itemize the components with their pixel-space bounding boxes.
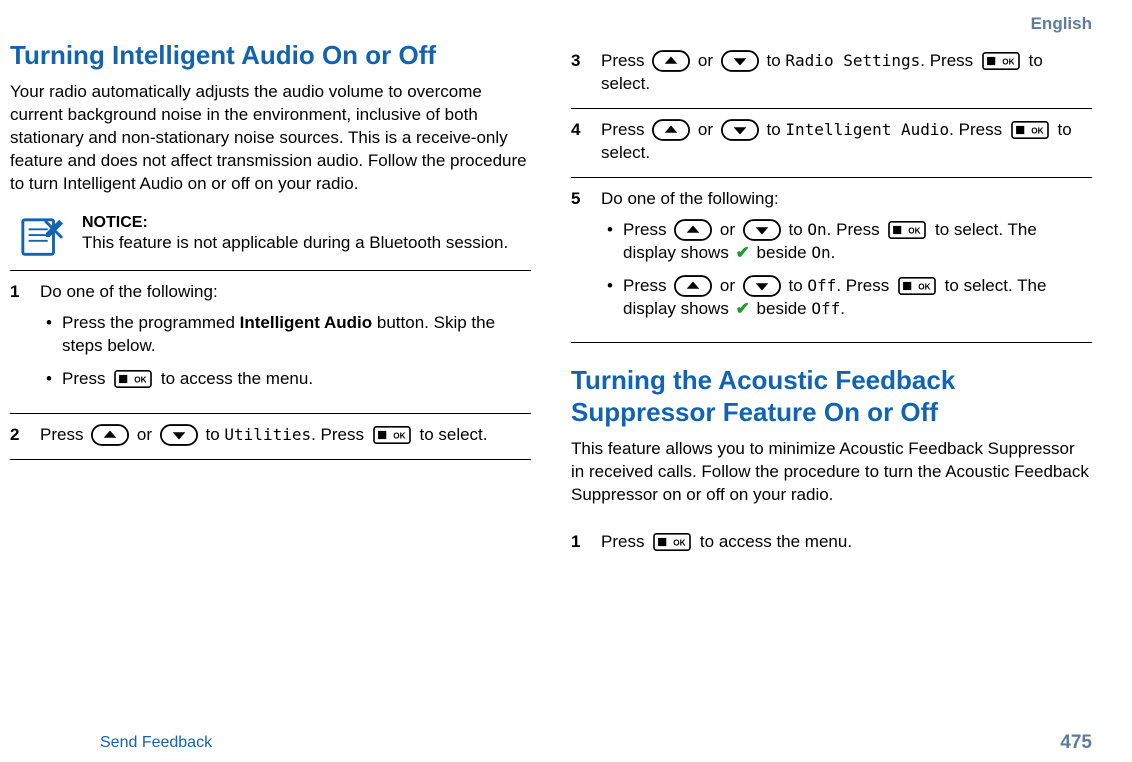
ok-key-icon	[113, 370, 153, 388]
text: . Press	[949, 120, 1007, 139]
menu-off: Off	[807, 276, 836, 295]
ok-key-icon	[1010, 121, 1050, 139]
step-5: 5 Do one of the following: • Press or	[571, 177, 1092, 344]
text: to access the menu.	[161, 369, 313, 388]
section1-steps-left: 1 Do one of the following: • Press the p…	[10, 270, 531, 460]
notice-box: NOTICE: This feature is not applicable d…	[10, 214, 531, 260]
bullet-icon: •	[601, 219, 619, 265]
intelligent-audio-bold: Intelligent Audio	[240, 313, 373, 332]
menu-intelligent-audio: Intelligent Audio	[785, 120, 949, 139]
step-number: 4	[571, 119, 597, 165]
text: or	[698, 120, 718, 139]
notice-text: This feature is not applicable during a …	[82, 232, 531, 254]
text: . Press	[836, 276, 894, 295]
text: Press	[40, 425, 88, 444]
section1-title: Turning Intelligent Audio On or Off	[10, 40, 531, 71]
up-arrow-key-icon	[652, 119, 690, 141]
bullet-icon: •	[40, 368, 58, 391]
footer: Send Feedback 475	[0, 732, 1132, 754]
text: Press	[62, 369, 110, 388]
right-column: 3 Press or to Radio Settings. Press to s…	[571, 40, 1092, 566]
text: Press	[623, 276, 671, 295]
step-number: 3	[571, 50, 597, 96]
text: Press	[623, 220, 671, 239]
menu-utilities: Utilities	[224, 425, 311, 444]
up-arrow-key-icon	[674, 275, 712, 297]
text: Press	[601, 532, 649, 551]
down-arrow-key-icon	[721, 50, 759, 72]
step-number: 1	[10, 281, 36, 401]
step-4: 4 Press or to Intelligent Audio. Press t…	[571, 108, 1092, 177]
section2-intro: This feature allows you to minimize Acou…	[571, 438, 1092, 507]
text: to	[206, 425, 225, 444]
ok-key-icon	[372, 426, 412, 444]
text: to	[789, 276, 808, 295]
step-2: 2 Press or to Utilities. Press to select…	[10, 413, 531, 460]
step-number: 5	[571, 188, 597, 331]
text: .	[831, 243, 836, 262]
menu-off: Off	[811, 299, 840, 318]
checkmark-icon: ✔	[736, 298, 750, 321]
ok-key-icon	[981, 52, 1021, 70]
menu-on: On	[811, 243, 830, 262]
menu-radio-settings: Radio Settings	[785, 51, 920, 70]
text: or	[720, 276, 740, 295]
step-number: 2	[10, 424, 36, 447]
step-3: 3 Press or to Radio Settings. Press to s…	[571, 40, 1092, 108]
down-arrow-key-icon	[160, 424, 198, 446]
send-feedback-link[interactable]: Send Feedback	[100, 734, 212, 752]
step1-lead: Do one of the following:	[40, 282, 218, 301]
text: Press the programmed	[62, 313, 240, 332]
checkmark-icon: ✔	[736, 242, 750, 265]
list-item: • Press the programmed Intelligent Audio…	[40, 312, 531, 358]
ok-key-icon	[652, 533, 692, 551]
section2-title: Turning the Acoustic Feedback Suppressor…	[571, 365, 1092, 427]
notice-label: NOTICE:	[82, 214, 531, 232]
down-arrow-key-icon	[721, 119, 759, 141]
text: to	[767, 120, 786, 139]
text: beside	[752, 299, 812, 318]
text: . Press	[311, 425, 369, 444]
page: English Turning Intelligent Audio On or …	[0, 0, 1132, 762]
text: . Press	[920, 51, 978, 70]
list-item: • Press or to Off. Press to select. The …	[601, 275, 1092, 321]
text: to	[767, 51, 786, 70]
up-arrow-key-icon	[674, 219, 712, 241]
down-arrow-key-icon	[743, 275, 781, 297]
ok-key-icon	[897, 277, 937, 295]
menu-on: On	[807, 220, 826, 239]
text: or	[720, 220, 740, 239]
bullet-icon: •	[40, 312, 58, 358]
step5-lead: Do one of the following:	[601, 189, 779, 208]
section2-steps: 1 Press to access the menu.	[571, 521, 1092, 566]
page-number: 475	[1060, 732, 1092, 754]
step-1: 1 Press to access the menu.	[571, 521, 1092, 566]
language-label: English	[0, 14, 1092, 34]
ok-key-icon	[887, 221, 927, 239]
list-item: • Press to access the menu.	[40, 368, 531, 391]
list-item: • Press or to On. Press to select. The d…	[601, 219, 1092, 265]
text: Press	[601, 120, 649, 139]
up-arrow-key-icon	[91, 424, 129, 446]
text: Press	[601, 51, 649, 70]
step-number: 1	[571, 531, 597, 554]
text: to access the menu.	[700, 532, 852, 551]
section1-steps-right: 3 Press or to Radio Settings. Press to s…	[571, 40, 1092, 343]
text: beside	[752, 243, 812, 262]
text: .	[840, 299, 845, 318]
down-arrow-key-icon	[743, 219, 781, 241]
text: or	[698, 51, 718, 70]
text: . Press	[827, 220, 885, 239]
bullet-icon: •	[601, 275, 619, 321]
left-column: Turning Intelligent Audio On or Off Your…	[10, 40, 531, 566]
up-arrow-key-icon	[652, 50, 690, 72]
text: to select.	[419, 425, 487, 444]
text: or	[137, 425, 157, 444]
section1-intro: Your radio automatically adjusts the aud…	[10, 81, 531, 196]
step-1: 1 Do one of the following: • Press the p…	[10, 270, 531, 413]
two-column-layout: Turning Intelligent Audio On or Off Your…	[0, 40, 1092, 566]
text: to	[789, 220, 808, 239]
notice-icon	[19, 214, 65, 260]
